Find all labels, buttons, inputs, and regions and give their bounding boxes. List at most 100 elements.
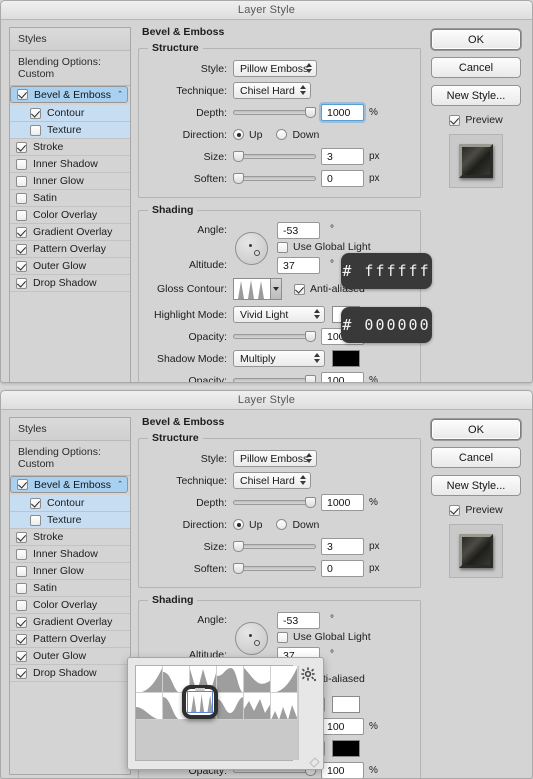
checkbox-bevel-emboss[interactable] <box>17 89 28 100</box>
style-select[interactable]: Pillow Emboss <box>233 450 317 467</box>
sidebar-item-pattern-overlay[interactable]: Pattern Overlay <box>10 631 130 648</box>
use-global-light-checkbox[interactable]: Use Global Light <box>277 241 371 253</box>
slider-thumb[interactable] <box>233 541 244 552</box>
angle-input[interactable]: -53 <box>277 222 320 239</box>
checkbox-pattern-overlay[interactable] <box>16 244 27 255</box>
checkbox-inner-glow[interactable] <box>16 176 27 187</box>
checkbox-drop-shadow[interactable] <box>16 278 27 289</box>
sidebar-item-pattern-overlay[interactable]: Pattern Overlay <box>10 241 130 258</box>
slider-thumb[interactable] <box>305 331 316 342</box>
sidebar-item-satin[interactable]: Satin <box>10 190 130 207</box>
highlight-color-swatch[interactable] <box>332 696 360 713</box>
ok-button[interactable]: OK <box>431 419 521 440</box>
size-slider[interactable] <box>233 150 316 164</box>
radio-direction-up[interactable]: Up <box>233 519 262 531</box>
depth-input[interactable]: 1000 <box>321 494 364 511</box>
technique-select[interactable]: Chisel Hard <box>233 472 311 489</box>
checkbox-gradient-overlay[interactable] <box>16 617 27 628</box>
slider-thumb[interactable] <box>233 173 244 184</box>
angle-input[interactable]: -53 <box>277 612 320 629</box>
sidebar-item-drop-shadow[interactable]: Drop Shadow <box>10 665 130 682</box>
depth-input[interactable]: 1000 <box>321 104 364 121</box>
checkbox-stroke[interactable] <box>16 532 27 543</box>
size-input[interactable]: 3 <box>321 148 364 165</box>
dial-handle[interactable] <box>254 250 260 256</box>
new-style-button[interactable]: New Style... <box>431 85 521 106</box>
contour-preset-picker-popup[interactable] <box>127 657 324 770</box>
contour-thumbnail[interactable] <box>244 693 271 720</box>
style-select[interactable]: Pillow Emboss <box>233 60 317 77</box>
sidebar-item-outer-glow[interactable]: Outer Glow <box>10 258 130 275</box>
sidebar-item-texture[interactable]: Texture <box>10 512 130 529</box>
checkbox-bevel-emboss[interactable] <box>17 479 28 490</box>
sidebar-item-gradient-overlay[interactable]: Gradient Overlay <box>10 614 130 631</box>
contour-thumbnail[interactable] <box>271 693 298 720</box>
soften-slider[interactable] <box>233 172 316 186</box>
size-slider[interactable] <box>233 540 316 554</box>
sidebar-item-contour[interactable]: Contour <box>10 495 130 512</box>
sidebar-item-texture[interactable]: Texture <box>10 122 130 139</box>
altitude-input[interactable]: 37 <box>277 257 320 274</box>
contour-thumbnail[interactable] <box>244 666 271 693</box>
use-global-light-checkbox[interactable]: Use Global Light <box>277 631 371 643</box>
checkbox-satin[interactable] <box>16 193 27 204</box>
cancel-button[interactable]: Cancel <box>431 57 521 78</box>
styles-header[interactable]: Styles <box>10 28 130 51</box>
checkbox-satin[interactable] <box>16 583 27 594</box>
resize-grip-icon[interactable] <box>309 755 320 766</box>
soften-slider[interactable] <box>233 562 316 576</box>
gloss-contour-swatch[interactable] <box>233 278 271 300</box>
soften-input[interactable]: 0 <box>321 170 364 187</box>
checkbox-color-overlay[interactable] <box>16 600 27 611</box>
angle-dial[interactable] <box>235 622 268 655</box>
preview-checkbox[interactable]: Preview <box>449 114 502 126</box>
picker-scrollbar[interactable] <box>298 666 299 760</box>
highlight-mode-select[interactable]: Vivid Light <box>233 306 325 323</box>
sidebar-item-inner-shadow[interactable]: Inner Shadow <box>10 546 130 563</box>
sidebar-item-inner-glow[interactable]: Inner Glow <box>10 173 130 190</box>
blending-options-row[interactable]: Blending Options: Custom <box>10 51 130 86</box>
checkbox-pattern-overlay[interactable] <box>16 634 27 645</box>
checkbox-contour[interactable] <box>30 498 41 509</box>
styles-header[interactable]: Styles <box>10 418 130 441</box>
checkbox-drop-shadow[interactable] <box>16 668 27 679</box>
new-style-button[interactable]: New Style... <box>431 475 521 496</box>
checkbox-inner-glow[interactable] <box>16 566 27 577</box>
sidebar-item-color-overlay[interactable]: Color Overlay <box>10 207 130 224</box>
slider-thumb[interactable] <box>305 375 316 384</box>
sidebar-item-stroke[interactable]: Stroke <box>10 529 130 546</box>
checkbox-texture[interactable] <box>30 125 41 136</box>
checkbox-color-overlay[interactable] <box>16 210 27 221</box>
shadow-color-swatch[interactable] <box>332 740 360 757</box>
angle-dial[interactable] <box>235 232 268 265</box>
shadow-color-swatch[interactable] <box>332 350 360 367</box>
sidebar-item-color-overlay[interactable]: Color Overlay <box>10 597 130 614</box>
contour-thumbnail[interactable] <box>136 666 163 693</box>
sidebar-item-inner-glow[interactable]: Inner Glow <box>10 563 130 580</box>
sidebar-item-gradient-overlay[interactable]: Gradient Overlay <box>10 224 130 241</box>
checkbox-gradient-overlay[interactable] <box>16 227 27 238</box>
slider-thumb[interactable] <box>305 497 316 508</box>
checkbox-inner-shadow[interactable] <box>16 159 27 170</box>
checkbox-outer-glow[interactable] <box>16 651 27 662</box>
highlight-opacity-input[interactable]: 100 <box>321 718 364 735</box>
radio-direction-down[interactable]: Down <box>276 129 319 141</box>
contour-thumbnail[interactable] <box>136 693 163 720</box>
ok-button[interactable]: OK <box>431 29 521 50</box>
highlight-opacity-slider[interactable] <box>233 330 316 344</box>
slider-thumb[interactable] <box>233 151 244 162</box>
gear-icon[interactable] <box>301 667 317 683</box>
contour-thumbnail[interactable] <box>217 693 244 720</box>
checkbox-stroke[interactable] <box>16 142 27 153</box>
radio-direction-up[interactable]: Up <box>233 129 262 141</box>
sidebar-item-stroke[interactable]: Stroke <box>10 139 130 156</box>
contour-preset-grid[interactable] <box>135 665 293 761</box>
sidebar-item-satin[interactable]: Satin <box>10 580 130 597</box>
sidebar-item-contour[interactable]: Contour <box>10 105 130 122</box>
shadow-mode-select[interactable]: Multiply <box>233 350 325 367</box>
blending-options-row[interactable]: Blending Options: Custom <box>10 441 130 476</box>
slider-thumb[interactable] <box>305 107 316 118</box>
depth-slider[interactable] <box>233 496 316 510</box>
sidebar-item-outer-glow[interactable]: Outer Glow <box>10 648 130 665</box>
checkbox-contour[interactable] <box>30 108 41 119</box>
